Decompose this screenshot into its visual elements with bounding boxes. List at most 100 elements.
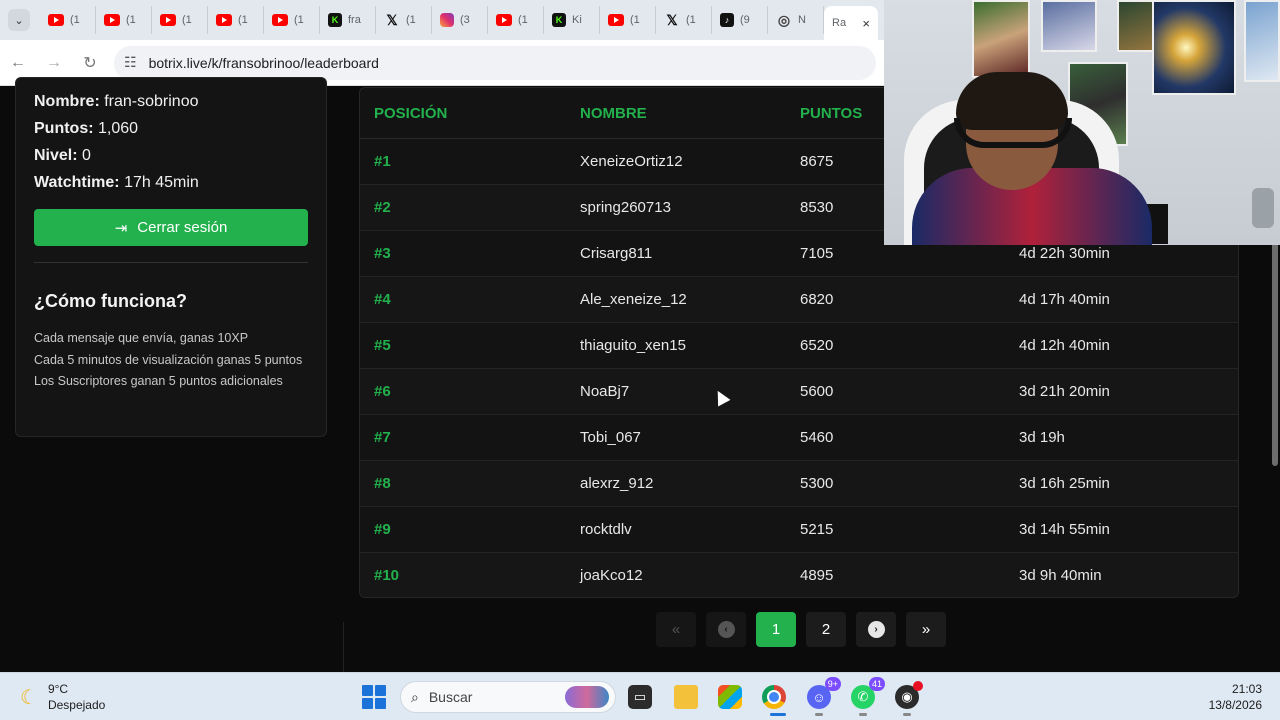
browser-tab[interactable]: (1	[600, 6, 656, 34]
x-icon: 𝕏	[666, 11, 678, 28]
tiktok-icon: ♪	[720, 13, 734, 27]
weather-temp: 9°C	[47, 682, 69, 696]
active-app-indicator	[770, 713, 786, 716]
weather-desc: Despejado	[47, 698, 106, 712]
tab-label: (1	[126, 14, 136, 26]
file-manager-icon[interactable]: ▭	[628, 685, 652, 709]
row-position: #7	[374, 429, 391, 446]
browser-tab[interactable]: 𝕏 (1	[656, 6, 712, 34]
row-points: 7105	[800, 245, 834, 262]
user-info-value: 1,060	[93, 120, 139, 137]
windows-start-icon[interactable]	[362, 685, 386, 709]
row-points: 5460	[800, 429, 834, 446]
youtube-icon	[48, 14, 64, 26]
kick-icon: K	[328, 13, 342, 27]
obs-icon[interactable]: ◉	[895, 681, 923, 709]
logout-icon: ⇥	[114, 219, 128, 237]
prev-page-button[interactable]: ‹	[706, 612, 746, 647]
browser-tab[interactable]: (1	[40, 6, 96, 34]
discord-icon[interactable]: ☺ 9+	[807, 677, 841, 709]
last-page-button[interactable]: »	[906, 612, 946, 647]
logout-button[interactable]: ⇥ Cerrar sesión	[34, 209, 308, 246]
folder-icon[interactable]	[674, 685, 698, 709]
weather-widget[interactable]: ☾ 9°C Despejado	[20, 681, 105, 713]
taskbar-search[interactable]: ⌕ Buscar	[400, 681, 616, 713]
browser-tab[interactable]: (3	[432, 6, 488, 34]
row-points: 6820	[800, 291, 834, 308]
browser-tab[interactable]: (1	[488, 6, 544, 34]
search-placeholder: Buscar	[428, 689, 473, 705]
headset-icon	[954, 118, 1072, 148]
browser-tab[interactable]: K Ki	[544, 6, 600, 34]
first-page-button[interactable]: «	[656, 612, 696, 647]
instagram-icon	[440, 13, 454, 27]
user-info-label: Puntos:	[34, 120, 94, 137]
tab-label: (1	[630, 14, 640, 26]
pagination: « ‹ 1 2 › »	[656, 612, 946, 647]
user-panel: Nombre: fran-sobrinoo Puntos: 1,060 Nivel:…	[15, 77, 327, 437]
browser-tab-active[interactable]: Ra ×	[824, 6, 878, 40]
browser-tab[interactable]: (1	[152, 6, 208, 34]
table-row: #9 rocktdlv 5215 3d 14h 55min	[360, 507, 1238, 553]
row-watchtime: 3d 9h 40min	[1019, 567, 1102, 584]
browser-tab[interactable]: ♪ (9	[712, 6, 768, 34]
logout-label: Cerrar sesión	[137, 219, 228, 236]
browser-tab[interactable]: Kfra	[320, 6, 376, 34]
header-position[interactable]: POSICIÓN	[360, 105, 580, 122]
browser-tab[interactable]: (1	[264, 6, 320, 34]
x-icon: 𝕏	[386, 11, 398, 28]
user-info-line: Watchtime: 17h 45min	[34, 169, 308, 196]
chrome-icon[interactable]	[762, 685, 786, 709]
user-info-line: Nombre: fran-sobrinoo	[34, 88, 308, 115]
recording-dot-icon	[913, 681, 923, 691]
store-icon[interactable]	[718, 685, 742, 709]
forward-icon[interactable]: →	[36, 54, 72, 72]
table-row: #7 Tobi_067 5460 3d 19h	[360, 415, 1238, 461]
browser-tab[interactable]: (1	[96, 6, 152, 34]
row-position: #6	[374, 383, 391, 400]
user-info: Nombre: fran-sobrinoo Puntos: 1,060 Nivel:…	[34, 88, 308, 196]
app-indicator	[859, 713, 867, 716]
divider	[343, 622, 344, 672]
header-name[interactable]: NOMBRE	[580, 105, 800, 122]
tab-label: N	[798, 14, 806, 26]
user-info-label: Watchtime:	[34, 174, 120, 191]
row-name: Tobi_067	[580, 429, 641, 446]
row-name: NoaBj7	[580, 383, 630, 400]
reload-icon[interactable]: ↻	[72, 53, 108, 73]
taskbar: ☾ 9°C Despejado ⌕ Buscar ▭ ☺ 9+ ✆ 41 ◉ 21:…	[0, 672, 1280, 720]
poster	[1041, 0, 1097, 52]
search-icon: ⌕	[411, 688, 419, 705]
browser-tab[interactable]: (1	[208, 6, 264, 34]
browser-tab[interactable]: 𝕏 (1	[376, 6, 432, 34]
tab-search-button[interactable]: ⌄	[8, 9, 30, 31]
kick-icon: K	[552, 13, 566, 27]
row-position: #3	[374, 245, 391, 262]
youtube-icon	[216, 14, 232, 26]
browser-tab[interactable]: ◎ N	[768, 6, 824, 34]
wall-pipe	[1252, 188, 1274, 228]
tab-list: (1 (1 (1 (1 (1 Kfra 𝕏 (1 (3 (1 K Ki (1 𝕏 (1 ♪ (9 ◎ N Ra ×	[40, 0, 878, 40]
row-position: #10	[374, 567, 400, 584]
close-icon[interactable]: ×	[862, 16, 870, 31]
row-watchtime: 4d 12h 40min	[1019, 337, 1110, 354]
webcam-overlay	[884, 0, 1280, 245]
table-row: #5 thiaguito_xen15 6520 4d 12h 40min	[360, 323, 1238, 369]
youtube-icon	[160, 14, 176, 26]
address-bar[interactable]: ☷ botrix.live/k/fransobrinoo/leaderboard	[114, 45, 876, 80]
discord-badge: 9+	[824, 677, 841, 691]
user-info-value: 0	[77, 147, 91, 164]
youtube-icon	[608, 14, 624, 26]
howto-title: ¿Cómo funciona?	[34, 291, 187, 311]
whatsapp-icon[interactable]: ✆ 41	[851, 677, 885, 709]
back-icon[interactable]: ←	[0, 54, 36, 72]
site-info-icon[interactable]: ☷	[124, 54, 137, 71]
tab-label: (1	[238, 14, 248, 26]
row-points: 5215	[800, 521, 834, 538]
page-button-1[interactable]: 1	[756, 612, 796, 647]
next-page-button[interactable]: ›	[856, 612, 896, 647]
table-row: #8 alexrz_912 5300 3d 16h 25min	[360, 461, 1238, 507]
tab-label: (1	[686, 14, 696, 26]
system-clock[interactable]: 21:03 13/8/2026	[1209, 681, 1262, 713]
page-button-2[interactable]: 2	[806, 612, 846, 647]
